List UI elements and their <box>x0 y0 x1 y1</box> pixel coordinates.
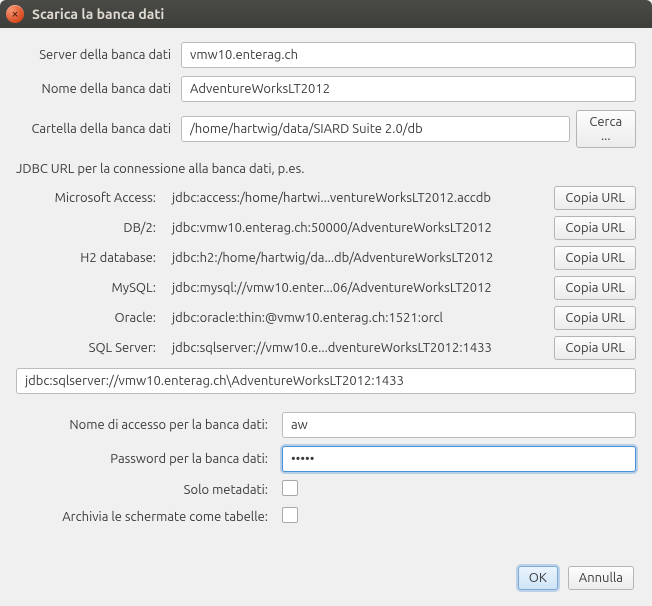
dbname-label: Nome della banca dati <box>16 82 181 96</box>
jdbc-url-input[interactable] <box>16 368 636 394</box>
window-title: Scarica la banca dati <box>32 6 164 22</box>
archive-views-label: Archivia le schermate come tabelle: <box>16 510 282 524</box>
jdbc-row-url: jdbc:access:/home/hartwi...ventureWorksL… <box>166 187 554 209</box>
jdbc-row-label: MySQL: <box>16 281 166 295</box>
jdbc-row-label: SQL Server: <box>16 341 166 355</box>
dbname-input[interactable] <box>181 76 636 102</box>
jdbc-row-label: H2 database: <box>16 251 166 265</box>
password-input[interactable] <box>282 446 636 472</box>
folder-label: Cartella della banca dati <box>16 122 181 136</box>
jdbc-row-url: jdbc:vmw10.enterag.ch:50000/AdventureWor… <box>166 217 554 239</box>
username-label: Nome di accesso per la banca dati: <box>16 418 282 432</box>
password-label: Password per la banca dati: <box>16 452 282 466</box>
server-label: Server della banca dati <box>16 48 181 62</box>
jdbc-row: Oracle:jdbc:oracle:thin:@vmw10.enterag.c… <box>16 306 636 330</box>
titlebar: × Scarica la banca dati <box>0 0 652 28</box>
jdbc-row-url: jdbc:h2:/home/hartwig/da...db/AdventureW… <box>166 247 554 269</box>
jdbc-row-url: jdbc:mysql://vmw10.enter...06/AdventureW… <box>166 277 554 299</box>
jdbc-row: H2 database:jdbc:h2:/home/hartwig/da...d… <box>16 246 636 270</box>
close-icon[interactable]: × <box>6 5 24 23</box>
copy-url-button[interactable]: Copia URL <box>554 336 636 360</box>
jdbc-row-url: jdbc:oracle:thin:@vmw10.enterag.ch:1521:… <box>166 307 554 329</box>
cancel-button[interactable]: Annulla <box>568 566 634 590</box>
jdbc-row-label: Microsoft Access: <box>16 191 166 205</box>
jdbc-row: MySQL:jdbc:mysql://vmw10.enter...06/Adve… <box>16 276 636 300</box>
copy-url-button[interactable]: Copia URL <box>554 186 636 210</box>
ok-button[interactable]: OK <box>518 566 558 590</box>
metadata-only-checkbox[interactable] <box>282 480 298 496</box>
dialog-footer: OK Annulla <box>16 566 636 592</box>
jdbc-row: SQL Server:jdbc:sqlserver://vmw10.e...dv… <box>16 336 636 360</box>
archive-views-checkbox[interactable] <box>282 507 298 523</box>
dialog-content: Server della banca dati Nome della banca… <box>0 28 652 606</box>
dialog-window: × Scarica la banca dati Server della ban… <box>0 0 652 606</box>
jdbc-heading: JDBC URL per la connessione alla banca d… <box>16 162 636 176</box>
copy-url-button[interactable]: Copia URL <box>554 306 636 330</box>
copy-url-button[interactable]: Copia URL <box>554 246 636 270</box>
username-input[interactable] <box>282 412 636 438</box>
jdbc-row: DB/2:jdbc:vmw10.enterag.ch:50000/Adventu… <box>16 216 636 240</box>
folder-input[interactable] <box>181 116 570 142</box>
jdbc-row: Microsoft Access:jdbc:access:/home/hartw… <box>16 186 636 210</box>
copy-url-button[interactable]: Copia URL <box>554 276 636 300</box>
metadata-only-label: Solo metadati: <box>16 483 282 497</box>
jdbc-row-label: Oracle: <box>16 311 166 325</box>
jdbc-row-url: jdbc:sqlserver://vmw10.e...dventureWorks… <box>166 337 554 359</box>
browse-button[interactable]: Cerca ... <box>576 110 636 148</box>
jdbc-list: Microsoft Access:jdbc:access:/home/hartw… <box>16 186 636 360</box>
server-input[interactable] <box>181 42 636 68</box>
copy-url-button[interactable]: Copia URL <box>554 216 636 240</box>
jdbc-row-label: DB/2: <box>16 221 166 235</box>
